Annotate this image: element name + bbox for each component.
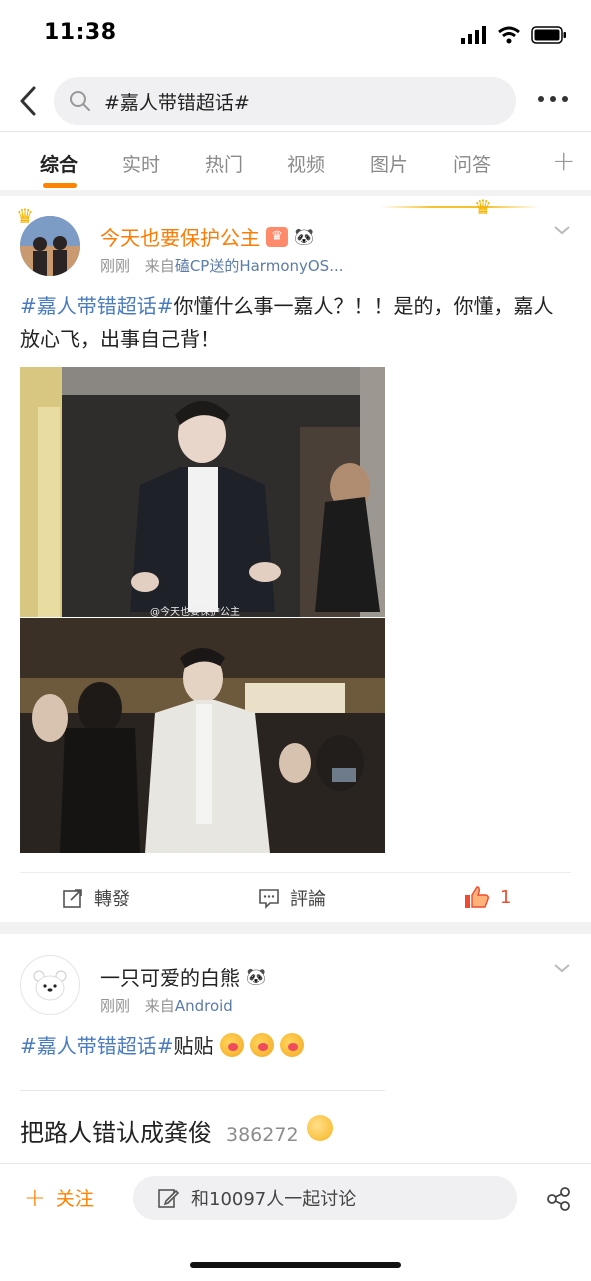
- action-divider: [20, 872, 571, 873]
- like-count: 1: [500, 886, 512, 908]
- post-source[interactable]: 磕CP送的HarmonyOS...: [175, 257, 344, 275]
- comment-button[interactable]: 評論: [258, 885, 326, 911]
- more-button[interactable]: [538, 96, 568, 102]
- repost-icon: [63, 889, 82, 908]
- discuss-placeholder: 和10097人一起讨论: [191, 1189, 357, 1210]
- source-prefix: 来自: [144, 257, 175, 275]
- wifi-icon: [498, 26, 520, 44]
- tab-active-indicator: [43, 183, 77, 188]
- battery-icon: [531, 26, 566, 44]
- repost-button[interactable]: 轉發: [62, 885, 130, 911]
- share-icon[interactable]: [546, 1186, 572, 1212]
- kiss-emoji-icon: [249, 1033, 274, 1057]
- kiss-emoji-icon: [219, 1033, 244, 1057]
- post-meta: 刚刚 来自Android: [100, 995, 233, 1016]
- crown-badge-icon: ♛: [266, 226, 288, 247]
- post-meta: 刚刚 来自磕CP送的HarmonyOS...: [100, 255, 344, 276]
- follow-button[interactable]: + 关注: [24, 1184, 94, 1211]
- add-tab-icon[interactable]: +: [552, 144, 575, 177]
- follow-label: 关注: [55, 1188, 94, 1210]
- avatar[interactable]: [20, 955, 80, 1015]
- repost-label: 轉發: [94, 889, 130, 910]
- more-dots-icon: [538, 96, 544, 102]
- home-indicator[interactable]: [190, 1262, 401, 1268]
- panda-icon: 🐼: [294, 227, 314, 246]
- hot-topic-text[interactable]: 把路人错认成龚俊: [20, 1113, 212, 1148]
- source-prefix: 来自: [144, 997, 175, 1015]
- tab-comprehensive[interactable]: 综合: [40, 150, 78, 177]
- hot-topic-divider: [20, 1090, 385, 1091]
- search-bar[interactable]: #嘉人带错超话#: [54, 77, 516, 125]
- chevron-down-icon[interactable]: [553, 959, 571, 977]
- panda-icon: 🐼: [246, 967, 266, 986]
- tab-qa[interactable]: 问答: [453, 150, 491, 177]
- plus-icon: +: [24, 1182, 46, 1213]
- edit-icon: [158, 1189, 179, 1208]
- post-text: #嘉人带错超话#你懂什么事一嘉人？！！是的，你懂，嘉人放心飞，出事自己背！: [20, 290, 560, 356]
- hot-topic[interactable]: 把路人错认成龚俊 386272: [20, 1113, 333, 1148]
- search-icon: [70, 91, 90, 111]
- kiss-emoji-icon: [279, 1033, 304, 1057]
- back-button[interactable]: [14, 84, 44, 118]
- username[interactable]: 一只可爱的白熊: [100, 962, 240, 991]
- signal-icon: [461, 26, 486, 44]
- post-source[interactable]: Android: [175, 997, 233, 1015]
- tab-images[interactable]: 图片: [370, 150, 408, 177]
- post-time: 刚刚: [100, 997, 131, 1015]
- search-query: #嘉人带错超话#: [104, 91, 250, 114]
- tab-bar: 综合 实时 热门 视频 图片 问答 +: [0, 132, 591, 190]
- crown-icon: ♛: [16, 204, 34, 228]
- decorative-line: [380, 206, 540, 208]
- crown-icon: ♛: [474, 195, 492, 219]
- post-author[interactable]: 一只可爱的白熊 🐼: [100, 962, 266, 991]
- hashtag-link[interactable]: #嘉人带错超话#: [20, 1034, 174, 1058]
- image-watermark: @今天也要保护公主: [150, 607, 240, 617]
- discuss-input[interactable]: 和10097人一起讨论: [133, 1176, 517, 1220]
- status-icons: [461, 24, 567, 46]
- post-image[interactable]: [20, 618, 385, 853]
- post-body: 贴贴: [173, 1034, 214, 1058]
- hot-topic-count: 386272: [226, 1124, 299, 1146]
- hashtag-link[interactable]: #嘉人带错超话#: [20, 294, 174, 318]
- tab-hot[interactable]: 热门: [205, 150, 243, 177]
- like-button[interactable]: 1: [464, 885, 511, 909]
- username[interactable]: 今天也要保护公主: [100, 222, 260, 251]
- status-time: 11:38: [44, 20, 117, 45]
- comment-icon: [259, 889, 279, 909]
- chevron-left-icon: [20, 86, 36, 116]
- post-time: 刚刚: [100, 257, 131, 275]
- thumbs-up-icon: [465, 886, 489, 908]
- tab-video[interactable]: 视频: [287, 150, 325, 177]
- post-image[interactable]: @今天也要保护公主: [20, 367, 385, 617]
- polar-bear-icon: [33, 970, 67, 1001]
- post-author[interactable]: 今天也要保护公主 ♛ 🐼: [100, 222, 314, 251]
- section-gap: [0, 190, 591, 196]
- chevron-down-icon[interactable]: [553, 221, 571, 239]
- post-separator: [0, 922, 591, 934]
- laughing-emoji-icon: [306, 1115, 333, 1141]
- photo-scene: [20, 618, 385, 853]
- tab-realtime[interactable]: 实时: [122, 150, 160, 177]
- photo-scene: [20, 367, 385, 617]
- comment-label: 評論: [290, 889, 326, 910]
- post-text: #嘉人带错超话#贴贴: [20, 1030, 560, 1063]
